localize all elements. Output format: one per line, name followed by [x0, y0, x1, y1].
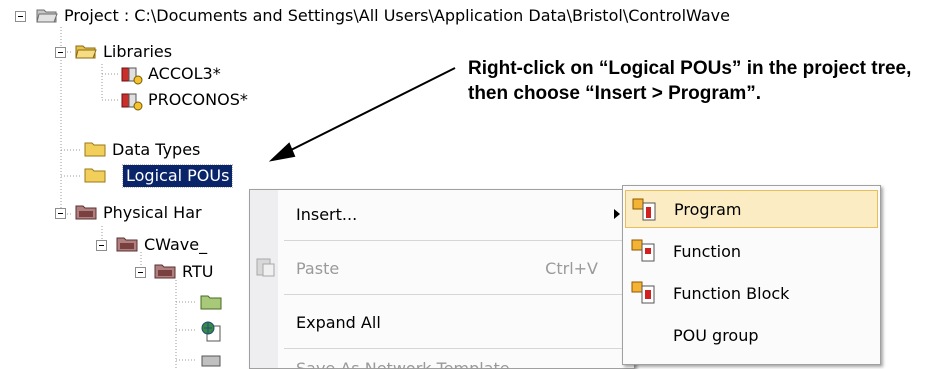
menu-separator: [284, 240, 628, 241]
device-icon: [201, 355, 221, 367]
tree-node-physical-hardware[interactable]: Physical Har: [103, 202, 202, 224]
expand-toggle-cwave[interactable]: [96, 240, 107, 251]
open-folder-icon: [75, 45, 97, 59]
folder-icon: [84, 142, 106, 157]
tree-node-data-types[interactable]: Data Types: [112, 139, 200, 161]
library-book-icon: [121, 93, 143, 111]
tree-node-project[interactable]: Project : C:\Documents and Settings\All …: [64, 5, 730, 27]
menu-item-paste-label: Paste: [296, 258, 340, 278]
tree-node-rtu[interactable]: RTU: [182, 261, 213, 283]
menu-item-paste-shortcut: Ctrl+V: [545, 258, 598, 278]
tree-node-logical-pous[interactable]: Logical POUs: [121, 164, 234, 188]
submenu-item-pou-group[interactable]: POU group: [625, 316, 878, 354]
folder-icon: [200, 295, 222, 310]
submenu-item-pou-group-label: POU group: [673, 325, 759, 345]
submenu-item-program[interactable]: Program: [625, 190, 878, 228]
annotation-callout: Right-click on “Logical POUs” in the pro…: [468, 58, 912, 104]
menu-separator: [284, 294, 628, 295]
function-block-icon: [631, 281, 655, 304]
expand-toggle-libraries[interactable]: [55, 47, 66, 58]
menu-item-cut-off-label: Save As Network Template: [296, 359, 510, 369]
expand-toggle-project[interactable]: [15, 11, 26, 22]
menu-item-insert[interactable]: Insert...: [250, 194, 634, 234]
menu-item-expand-all[interactable]: Expand All: [250, 302, 634, 342]
menu-separator: [284, 348, 628, 349]
context-menu: Insert... Paste Ctrl+V Expand All Save A…: [249, 189, 635, 369]
tree-node-cwave[interactable]: CWave_: [144, 234, 207, 256]
tree-node-libraries[interactable]: Libraries: [103, 41, 172, 63]
submenu-item-function-block[interactable]: Function Block: [625, 274, 878, 312]
tree-node-accol3[interactable]: ACCOL3*: [148, 63, 221, 85]
menu-item-cut-off[interactable]: Save As Network Template: [250, 353, 634, 369]
hardware-folder-icon: [154, 264, 176, 279]
expand-toggle-rtu[interactable]: [135, 267, 146, 278]
menu-item-insert-label: Insert...: [296, 204, 358, 224]
menu-item-expand-all-label: Expand All: [296, 312, 381, 332]
submenu-item-program-label: Program: [674, 199, 742, 219]
expand-toggle-physical-hardware[interactable]: [55, 208, 66, 219]
paste-icon: [256, 258, 275, 277]
hardware-folder-icon: [116, 237, 138, 252]
submenu-item-function[interactable]: Function: [625, 232, 878, 270]
submenu-arrow-icon: [614, 209, 620, 219]
menu-item-paste[interactable]: Paste Ctrl+V: [250, 248, 634, 288]
open-folder-icon: [36, 9, 58, 23]
insert-submenu: Program Function Function Block POU grou…: [622, 185, 881, 365]
globe-document-icon: [201, 321, 221, 342]
submenu-item-function-block-label: Function Block: [673, 283, 790, 303]
hardware-folder-icon: [75, 205, 97, 220]
submenu-item-function-label: Function: [673, 241, 742, 261]
program-icon: [632, 198, 656, 221]
library-book-icon: [121, 67, 143, 85]
function-icon: [631, 239, 655, 262]
folder-icon: [84, 168, 106, 183]
tree-node-proconos[interactable]: PROCONOS*: [148, 89, 248, 111]
